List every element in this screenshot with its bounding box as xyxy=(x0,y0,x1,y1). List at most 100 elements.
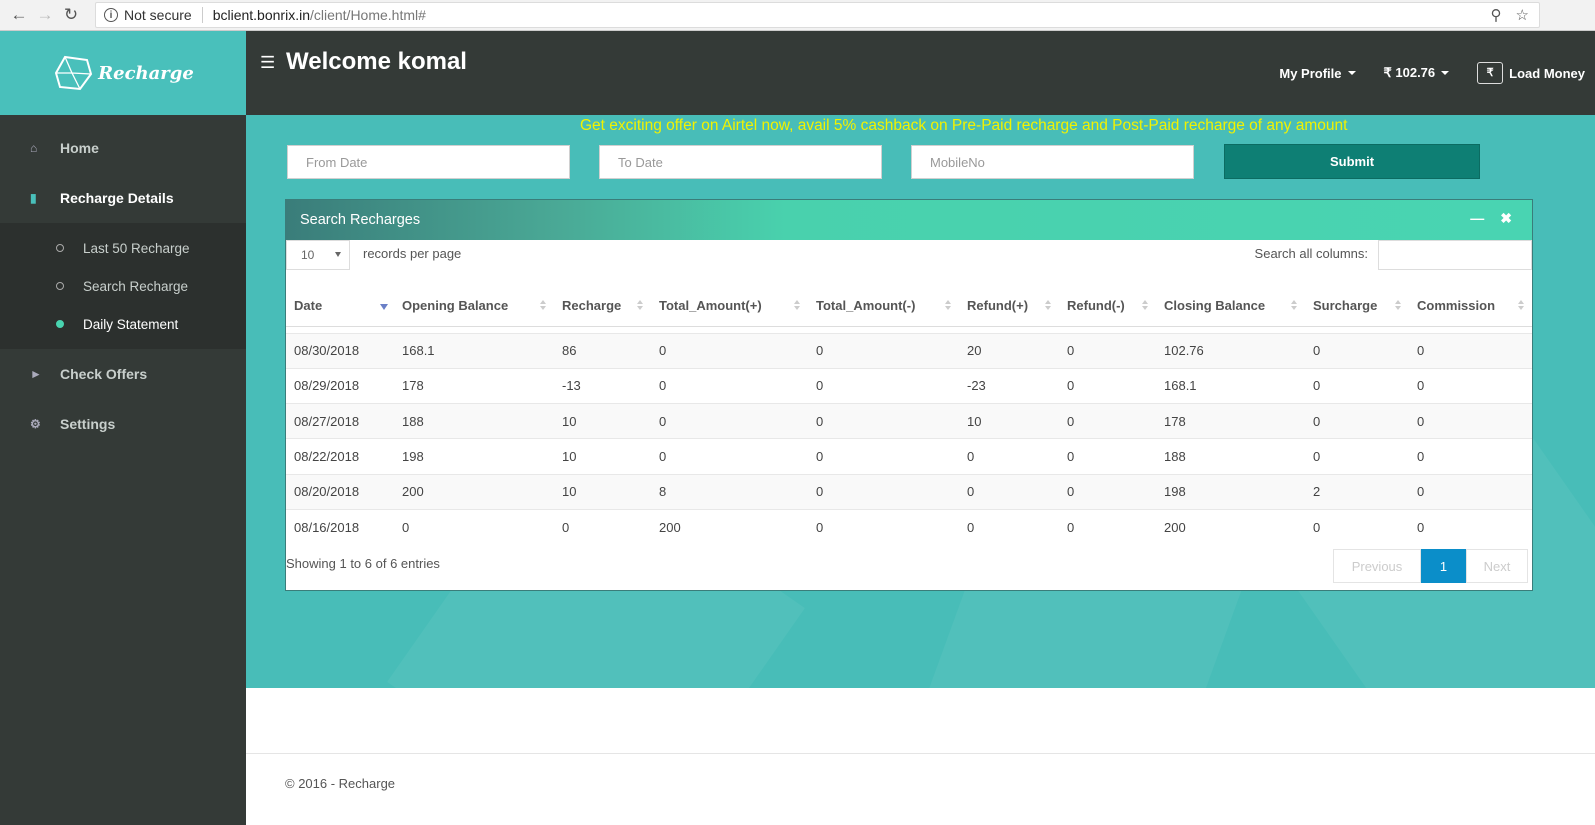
sidebar-item-settings[interactable]: ⚙ Settings xyxy=(0,399,246,449)
table-cell: 10 xyxy=(554,473,651,510)
chevron-down-icon xyxy=(1441,71,1450,75)
table-row: 08/22/2018 198 10 0 0 0 0 188 0 0 xyxy=(286,438,1532,475)
table-cell: 188 xyxy=(394,403,554,439)
table-cell: 08/30/2018 xyxy=(286,332,394,369)
forward-icon[interactable]: → xyxy=(32,2,58,28)
sidebar-subitem-last-50-recharge[interactable]: Last 50 Recharge xyxy=(0,229,246,267)
balance-dropdown[interactable]: ₹ 102.76 xyxy=(1384,65,1450,81)
column-header-surcharge[interactable]: Surcharge xyxy=(1305,286,1409,327)
next-page-button[interactable]: Next xyxy=(1466,549,1528,583)
column-header-refund-minus[interactable]: Refund(-) xyxy=(1059,286,1156,327)
table-row: 08/29/2018 178 -13 0 0 -23 0 168.1 0 0 xyxy=(286,367,1532,404)
url-divider xyxy=(201,7,203,23)
address-bar[interactable]: i Not secure bclient.bonrix.in/client/Ho… xyxy=(95,2,1540,28)
column-header-total-amount-plus[interactable]: Total_Amount(+) xyxy=(651,286,808,327)
chevron-down-icon xyxy=(1347,71,1356,75)
table-cell: 0 xyxy=(808,438,959,475)
table-cell: 200 xyxy=(651,508,808,545)
address-bar-icons: ⚲ ☆ xyxy=(1491,6,1529,24)
statement-table: Date Opening Balance Recharge Total_Amou… xyxy=(286,286,1532,545)
column-header-commission[interactable]: Commission xyxy=(1409,286,1532,327)
column-header-label: Recharge xyxy=(562,298,622,314)
submit-button[interactable]: Submit xyxy=(1224,144,1480,179)
sort-icon xyxy=(1291,300,1299,312)
page-1-button[interactable]: 1 xyxy=(1421,549,1466,583)
records-per-page-value: 10 xyxy=(301,248,315,262)
balance-label: ₹ 102.76 xyxy=(1383,65,1436,80)
sidebar-item-recharge-details[interactable]: ▮ Recharge Details xyxy=(0,173,246,223)
table-cell: 0 xyxy=(651,332,808,369)
column-header-label: Commission xyxy=(1417,298,1496,314)
table-cell: 10 xyxy=(554,438,651,475)
table-cell: 08/16/2018 xyxy=(286,508,394,545)
sidebar-item-home[interactable]: ⌂ Home xyxy=(0,123,246,173)
mobile-number-field[interactable]: MobileNo xyxy=(911,145,1194,179)
table-body: 08/30/2018 168.1 86 0 0 20 0 102.76 0 0 08/29/2018… xyxy=(286,326,1532,545)
table-cell: 0 xyxy=(1305,403,1409,439)
key-icon[interactable]: ⚲ xyxy=(1491,6,1502,24)
table-row: 08/27/2018 188 10 0 0 10 0 178 0 0 xyxy=(286,403,1532,439)
table-cell: 0 xyxy=(808,367,959,404)
logo[interactable]: Recharge xyxy=(0,31,246,115)
table-cell: 0 xyxy=(1059,367,1156,404)
security-label: Not secure xyxy=(124,7,192,23)
wallet-icon: ₹ xyxy=(1477,62,1504,84)
my-profile-dropdown[interactable]: My Profile xyxy=(1279,66,1356,81)
table-cell: 0 xyxy=(1409,332,1532,369)
panel-header: Search Recharges — ✖ xyxy=(286,200,1532,240)
column-header-refund-plus[interactable]: Refund(+) xyxy=(959,286,1059,327)
load-money-button[interactable]: ₹ Load Money xyxy=(1477,62,1585,84)
table-cell: 08/29/2018 xyxy=(286,367,394,404)
sidebar-item-label: Settings xyxy=(60,416,116,432)
table-cell: 0 xyxy=(1409,473,1532,510)
column-header-opening-balance[interactable]: Opening Balance xyxy=(394,286,554,327)
bullet-icon xyxy=(56,244,64,252)
chevron-down-icon xyxy=(335,252,341,257)
table-cell: 102.76 xyxy=(1156,332,1305,369)
entries-info: Showing 1 to 6 of 6 entries xyxy=(286,556,440,571)
minimize-icon[interactable]: — xyxy=(1470,210,1484,227)
info-icon: i xyxy=(104,8,118,22)
table-cell: 08/27/2018 xyxy=(286,403,394,439)
load-money-label: Load Money xyxy=(1509,65,1585,81)
table-cell: 0 xyxy=(959,438,1059,475)
records-per-page-label: records per page xyxy=(363,246,462,261)
to-date-field[interactable]: To Date xyxy=(599,145,882,179)
back-icon[interactable]: ← xyxy=(6,2,32,28)
table-spacer xyxy=(286,326,1532,333)
sidebar-subitem-search-recharge[interactable]: Search Recharge xyxy=(0,267,246,305)
previous-page-button[interactable]: Previous xyxy=(1333,549,1421,583)
column-header-total-amount-minus[interactable]: Total_Amount(-) xyxy=(808,286,959,327)
table-cell: 200 xyxy=(1156,508,1305,545)
table-cell: 08/20/2018 xyxy=(286,473,394,510)
panel-tools: — ✖ xyxy=(1470,210,1512,227)
sidebar-item-check-offers[interactable]: ► Check Offers xyxy=(0,349,246,399)
column-header-label: Total_Amount(-) xyxy=(816,298,916,314)
from-date-field[interactable]: From Date xyxy=(287,145,570,179)
column-header-closing-balance[interactable]: Closing Balance xyxy=(1156,286,1305,327)
star-icon[interactable]: ☆ xyxy=(1516,6,1529,24)
sidebar-subitem-label: Daily Statement xyxy=(83,316,179,332)
sidebar-subitem-daily-statement[interactable]: Daily Statement xyxy=(0,305,246,343)
table-cell: 0 xyxy=(1059,403,1156,439)
table-cell: 178 xyxy=(1156,403,1305,439)
url-path: /client/Home.html# xyxy=(309,7,426,23)
column-header-recharge[interactable]: Recharge xyxy=(554,286,651,327)
table-cell: 0 xyxy=(1305,508,1409,545)
reload-icon[interactable]: ↻ xyxy=(58,2,84,28)
page-title: Welcome komal xyxy=(286,48,467,75)
sidebar-item-label: Check Offers xyxy=(60,366,148,382)
column-header-date[interactable]: Date xyxy=(286,286,394,327)
table-cell: 0 xyxy=(1305,367,1409,404)
close-icon[interactable]: ✖ xyxy=(1500,210,1512,227)
sort-icon xyxy=(540,300,548,312)
search-input[interactable] xyxy=(1378,240,1532,270)
table-cell: 0 xyxy=(808,508,959,545)
table-cell: -13 xyxy=(554,367,651,404)
home-icon: ⌂ xyxy=(30,141,38,155)
records-per-page-select[interactable]: 10 xyxy=(286,240,350,270)
menu-toggle-icon[interactable]: ☰ xyxy=(260,53,275,73)
table-cell: 198 xyxy=(394,438,554,475)
table-cell: 08/22/2018 xyxy=(286,438,394,475)
table-cell: 10 xyxy=(554,403,651,439)
